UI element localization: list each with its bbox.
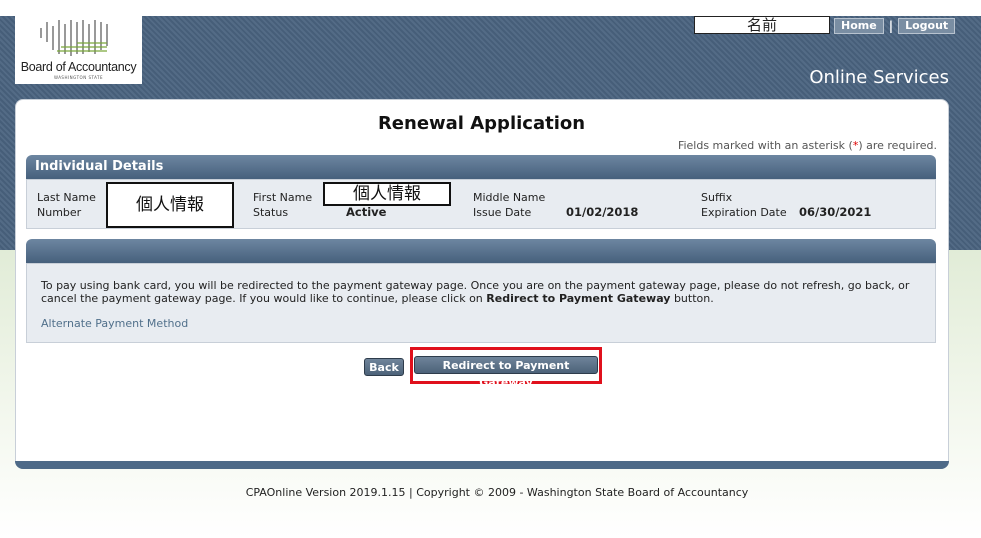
last-name-value: 個人情報 (106, 182, 234, 228)
first-name-label: First Name (253, 191, 313, 204)
home-link[interactable]: Home (834, 18, 884, 34)
expiration-date-label: Expiration Date (701, 206, 787, 219)
required-note: Fields marked with an asterisk (*) are r… (600, 139, 937, 152)
site-title: Online Services (809, 67, 949, 88)
redirect-payment-gateway-button[interactable]: Redirect to Payment Gateway (414, 356, 598, 389)
user-name-display: 名前 (694, 16, 830, 34)
payment-message: To pay using bank card, you will be redi… (41, 279, 921, 305)
card-footer-bar (15, 461, 949, 469)
first-name-value: 個人情報 (323, 182, 451, 206)
logo-org-sub: WASHINGTON STATE (53, 75, 104, 80)
back-button[interactable]: Back (364, 358, 404, 376)
expiration-date-value: 06/30/2021 (799, 205, 872, 219)
nav-separator: | (888, 19, 894, 33)
payment-message-part1: To pay using bank card, you will be redi… (41, 279, 910, 305)
top-strip (0, 0, 981, 16)
alternate-payment-link[interactable]: Alternate Payment Method (41, 317, 188, 330)
logout-link[interactable]: Logout (898, 18, 956, 34)
top-nav: Home | Logout (834, 18, 956, 34)
page-title: Renewal Application (377, 113, 586, 134)
individual-details-header: Individual Details (26, 155, 936, 179)
required-note-suffix: ) are required. (858, 139, 937, 152)
footer-text: CPAOnline Version 2019.1.15 | Copyright … (245, 486, 749, 499)
payment-message-bold: Redirect to Payment Gateway (486, 292, 671, 305)
last-name-label: Last Name (37, 191, 96, 204)
logo-graphic-icon (40, 20, 108, 56)
status-label: Status (253, 206, 289, 219)
number-label: Number (37, 206, 82, 219)
middle-name-label: Middle Name (473, 191, 546, 204)
payment-info-panel: To pay using bank card, you will be redi… (26, 263, 936, 343)
issue-date-label: Issue Date (473, 206, 532, 219)
required-note-prefix: Fields marked with an asterisk ( (677, 139, 853, 152)
payment-section-header (26, 239, 936, 263)
board-logo[interactable]: Board of Accountancy WASHINGTON STATE (15, 16, 142, 84)
status-value: Active (346, 205, 387, 219)
suffix-label: Suffix (701, 191, 733, 204)
individual-details-panel: Last Name Number 個人情報 First Name Status … (26, 179, 936, 229)
payment-message-part2: button. (670, 292, 714, 305)
logo-org-name: Board of Accountancy (20, 60, 137, 74)
issue-date-value: 01/02/2018 (566, 205, 639, 219)
